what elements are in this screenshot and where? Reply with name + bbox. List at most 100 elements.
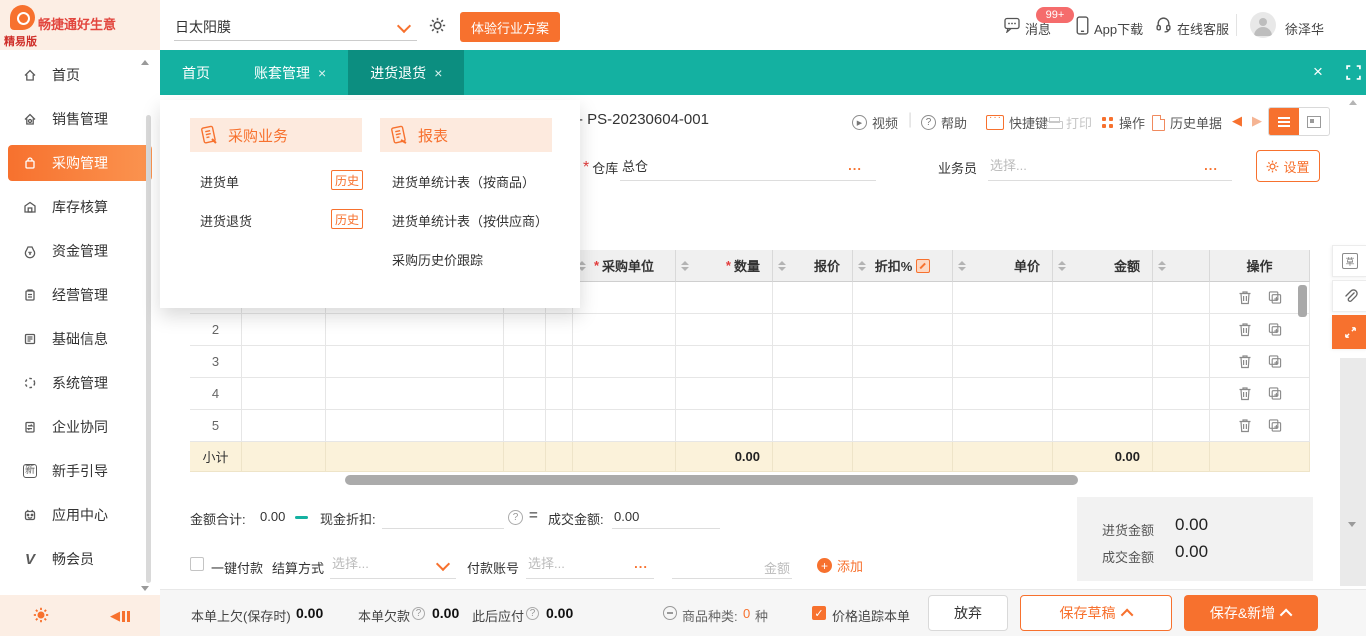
- sort-icon[interactable]: [681, 261, 689, 271]
- warehouse-field[interactable]: ...: [620, 152, 876, 181]
- abandon-button[interactable]: 放弃: [928, 595, 1008, 631]
- header-quote[interactable]: 报价: [773, 250, 853, 282]
- sort-icon[interactable]: [1058, 261, 1066, 271]
- list-view-button[interactable]: [1269, 108, 1299, 135]
- sort-icon[interactable]: [778, 261, 786, 271]
- card-view-button[interactable]: [1299, 108, 1329, 135]
- sort-icon[interactable]: [1158, 261, 1166, 271]
- menu-item-purchase-order[interactable]: 进货单: [200, 172, 239, 191]
- price-track-checkbox[interactable]: ✓: [812, 606, 826, 620]
- header-purchase-unit[interactable]: *采购单位: [573, 250, 676, 282]
- copy-row-icon[interactable]: [1268, 322, 1282, 337]
- avatar[interactable]: [1250, 12, 1276, 38]
- copy-row-icon[interactable]: [1268, 354, 1282, 369]
- account-select[interactable]: ...: [526, 550, 654, 579]
- save-draft-button[interactable]: 保存草稿: [1020, 595, 1172, 631]
- pay-amount-field[interactable]: 金额: [672, 550, 792, 579]
- experience-plan-button[interactable]: 体验行业方案: [460, 12, 560, 42]
- delete-row-icon[interactable]: [1238, 322, 1252, 337]
- tab-home[interactable]: 首页: [160, 50, 232, 95]
- sidebar-item-operations[interactable]: 经营管理: [0, 277, 160, 313]
- page-scrollbar-track[interactable]: [1340, 358, 1366, 586]
- nav-next-icon[interactable]: ▶: [1252, 113, 1262, 129]
- delete-row-icon[interactable]: [1238, 418, 1252, 433]
- settlement-select[interactable]: [330, 550, 456, 579]
- salesman-field[interactable]: ...: [988, 152, 1232, 181]
- page-scroll-up-icon[interactable]: [1349, 100, 1357, 105]
- sidebar-item-app-center[interactable]: 应用中心: [0, 497, 160, 533]
- table-row[interactable]: 3: [190, 346, 1310, 378]
- account-picker-ellipsis-icon[interactable]: ...: [634, 556, 648, 571]
- attachment-rail-button[interactable]: [1332, 280, 1366, 312]
- salesman-input[interactable]: [988, 152, 1236, 174]
- save-and-new-button[interactable]: 保存&新增: [1184, 595, 1318, 631]
- tab-account-management[interactable]: 账套管理×: [232, 50, 348, 95]
- sidebar-scroll-up-icon[interactable]: [141, 60, 149, 65]
- username-label[interactable]: 徐泽华: [1285, 19, 1324, 38]
- sidebar-item-collaboration[interactable]: 企业协同: [0, 409, 160, 445]
- table-vertical-scrollbar[interactable]: [1298, 285, 1307, 317]
- message-icon[interactable]: [1004, 17, 1021, 33]
- menu-item-stats-by-supplier[interactable]: 进货单统计表（按供应商）: [392, 211, 548, 230]
- header-quantity[interactable]: *数量: [676, 250, 773, 282]
- warehouse-picker-ellipsis-icon[interactable]: ...: [848, 158, 862, 173]
- sidebar-item-system[interactable]: 系统管理: [0, 365, 160, 401]
- table-row[interactable]: 4: [190, 378, 1310, 410]
- help-icon[interactable]: ?: [508, 510, 523, 525]
- help-icon[interactable]: ?: [526, 607, 539, 620]
- tabbar-close-icon[interactable]: ×: [1313, 62, 1323, 82]
- phone-icon[interactable]: [1076, 16, 1089, 35]
- sidebar-item-funds[interactable]: 资金管理: [0, 233, 160, 269]
- menu-item-price-history-tracking[interactable]: 采购历史价跟踪: [392, 250, 483, 269]
- table-row[interactable]: 2: [190, 314, 1310, 346]
- draft-rail-button[interactable]: 草: [1332, 245, 1366, 277]
- sidebar-item-member[interactable]: V 畅会员: [0, 541, 160, 577]
- delete-row-icon[interactable]: [1238, 290, 1252, 305]
- print-button[interactable]: 打印: [1046, 113, 1092, 132]
- edit-discount-icon[interactable]: [916, 259, 930, 273]
- cash-discount-field[interactable]: [382, 502, 504, 529]
- header-discount[interactable]: 折扣%: [853, 250, 953, 282]
- app-download-label[interactable]: App下载: [1094, 19, 1143, 38]
- menu-item-stats-by-product[interactable]: 进货单统计表（按商品）: [392, 172, 535, 191]
- collapse-sidebar-icon[interactable]: ◀: [110, 608, 130, 624]
- copy-row-icon[interactable]: [1268, 418, 1282, 433]
- settings-gear-icon[interactable]: [33, 607, 49, 623]
- company-select[interactable]: 日太阳膜: [175, 17, 231, 37]
- table-row[interactable]: 5: [190, 410, 1310, 442]
- page-scroll-down-icon[interactable]: [1348, 522, 1356, 527]
- hotkey-button[interactable]: 快捷键: [986, 113, 1048, 132]
- settings-button[interactable]: 设置: [1256, 150, 1320, 182]
- tab-purchase-return[interactable]: 进货退货×: [348, 50, 464, 95]
- actions-button[interactable]: 操作: [1102, 113, 1145, 132]
- sidebar-item-home[interactable]: 首页: [0, 57, 160, 93]
- copy-row-icon[interactable]: [1268, 386, 1282, 401]
- table-horizontal-scrollbar[interactable]: [345, 475, 1078, 485]
- help-icon[interactable]: ?: [412, 607, 425, 620]
- sidebar-item-beginner-guide[interactable]: 新 新手引导: [0, 453, 160, 489]
- nav-prev-icon[interactable]: ◀: [1232, 113, 1242, 129]
- warehouse-input[interactable]: [620, 152, 880, 174]
- sidebar-item-purchase[interactable]: 采购管理: [8, 145, 152, 181]
- add-payment-button[interactable]: + 添加: [817, 556, 863, 575]
- sidebar-item-sales[interactable]: 销售管理: [0, 101, 160, 137]
- menu-item-purchase-return[interactable]: 进货退货: [200, 211, 252, 230]
- history-docs-button[interactable]: 历史单据: [1152, 113, 1222, 132]
- sort-icon[interactable]: [858, 261, 866, 271]
- sort-icon[interactable]: [958, 261, 966, 271]
- expand-rail-button[interactable]: [1332, 315, 1366, 349]
- copy-row-icon[interactable]: [1268, 290, 1282, 305]
- cash-discount-input[interactable]: [382, 502, 508, 519]
- sidebar-scrollbar[interactable]: [146, 115, 151, 583]
- salesman-picker-ellipsis-icon[interactable]: ...: [1204, 158, 1218, 173]
- header-amount[interactable]: 金额: [1053, 250, 1153, 282]
- delete-row-icon[interactable]: [1238, 386, 1252, 401]
- online-service-label[interactable]: 在线客服: [1177, 19, 1229, 38]
- gear-icon[interactable]: [429, 17, 446, 34]
- sidebar-scroll-down-icon[interactable]: [141, 586, 149, 591]
- tab-close-icon[interactable]: ×: [318, 65, 326, 81]
- help-button[interactable]: ? 帮助: [921, 113, 967, 132]
- one-click-pay-checkbox[interactable]: [190, 557, 204, 571]
- headset-icon[interactable]: [1155, 16, 1172, 33]
- tab-close-icon[interactable]: ×: [434, 65, 442, 81]
